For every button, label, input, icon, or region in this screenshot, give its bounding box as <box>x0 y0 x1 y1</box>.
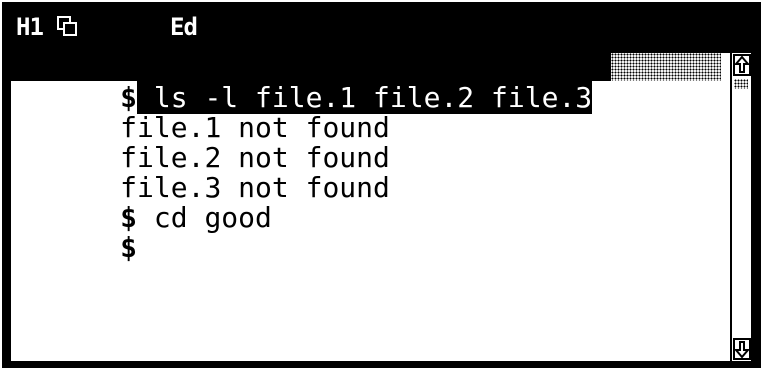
terminal-line-3: file.2 not found <box>19 113 390 173</box>
scroll-up-arrow-icon <box>733 55 751 73</box>
scroll-thumb[interactable] <box>734 79 748 89</box>
command-text: cd good <box>137 201 272 234</box>
window-title-mode[interactable]: Ed <box>170 13 198 41</box>
terminal-window: H1 Ed $ ls -l file.1 file.2 file.3 file.… <box>2 2 761 368</box>
vertical-scrollbar[interactable] <box>730 53 751 361</box>
shell-prompt: $ <box>120 231 138 264</box>
scroll-down-arrow-icon <box>733 341 751 359</box>
terminal-line-4: file.3 not found <box>19 143 390 203</box>
selection-hatch <box>611 53 721 81</box>
terminal-line-6[interactable]: $ <box>19 203 137 263</box>
scroll-down-button[interactable] <box>733 338 751 360</box>
terminal-line-5: $ cd good <box>19 173 272 233</box>
terminal-line-2: file.1 not found <box>19 83 390 143</box>
title-bar[interactable]: H1 Ed <box>2 2 761 50</box>
window-title-host: H1 <box>16 13 44 41</box>
window-stack-icon[interactable] <box>56 15 78 37</box>
scroll-up-button[interactable] <box>733 54 751 76</box>
terminal-content[interactable]: $ ls -l file.1 file.2 file.3 file.1 not … <box>11 53 751 361</box>
terminal-line-1[interactable]: $ ls -l file.1 file.2 file.3 <box>19 53 593 114</box>
